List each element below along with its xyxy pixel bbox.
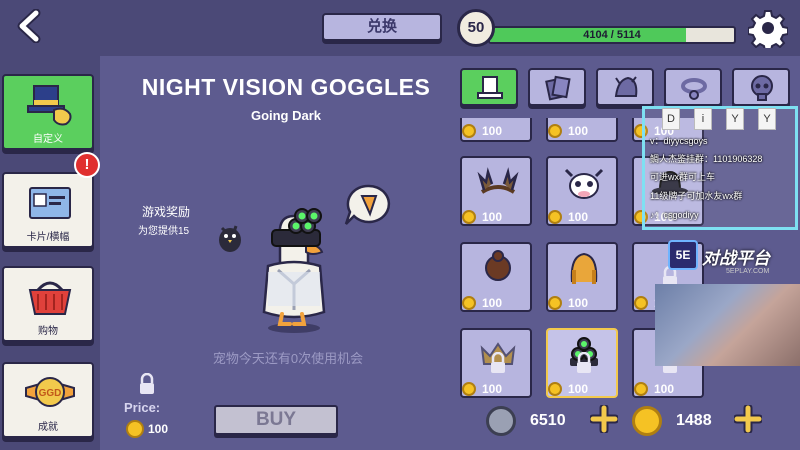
diy-letter: Y <box>758 108 776 130</box>
xp-progress-bar: 4104 / 5114 <box>488 26 736 44</box>
buy-button[interactable]: BUY <box>214 405 338 435</box>
sidebar-item-shop[interactable]: 购物 <box>2 266 94 342</box>
coin-icon <box>548 382 562 396</box>
price-label: Price: <box>124 400 161 415</box>
lock-icon <box>140 373 154 394</box>
slot-price-value: 100 <box>482 210 503 224</box>
coin-icon <box>462 124 476 138</box>
slot-price-value: 100 <box>568 382 589 396</box>
slot-price-value: 100 <box>482 124 503 138</box>
braided-hair-icon <box>570 252 598 284</box>
overlay-line: ♪：csgodiyy <box>650 210 699 220</box>
overlay-line: v：diyycsgoys <box>650 136 708 146</box>
add-silver-button[interactable] <box>590 405 618 433</box>
sidebar: 自定义 卡片/横幅 购物 GGD 成就 <box>0 56 100 450</box>
slot-price-value: 100 <box>568 124 589 138</box>
back-button[interactable] <box>14 8 48 44</box>
tab-cards[interactable] <box>528 68 586 106</box>
tab-skulls[interactable] <box>732 68 790 106</box>
sidebar-item-label: 成就 <box>38 422 58 433</box>
redeem-button[interactable]: 兑换 <box>322 13 442 41</box>
cow-hat-icon <box>564 168 604 199</box>
hat-glove-icon <box>27 85 72 126</box>
sidebar-item-achievements[interactable]: GGD 成就 <box>2 362 94 438</box>
ggd-badge-icon: GGD <box>25 377 75 407</box>
lock-icon <box>577 352 591 373</box>
alert-badge: ! <box>74 152 100 178</box>
sidebar-item-label: 自定义 <box>33 134 63 145</box>
svg-text:GGD: GGD <box>39 388 62 399</box>
coin-icon <box>634 296 648 310</box>
sidebar-item-cards[interactable]: 卡片/横幅 <box>2 172 94 248</box>
pet-crow-icon[interactable] <box>214 222 246 256</box>
tab-collars[interactable] <box>664 68 722 106</box>
sidebar-item-label: 购物 <box>38 326 58 337</box>
slot-price-value: 100 <box>482 382 503 396</box>
back-arrow-icon <box>17 8 41 44</box>
coin-icon <box>462 296 476 310</box>
top-hat-icon <box>477 76 503 99</box>
slot-price-value: 100 <box>568 296 589 310</box>
price-value: 100 <box>148 422 169 436</box>
overlay-line: 可进wx群可上车 <box>650 172 715 182</box>
gold-balance: 1488 <box>676 412 712 429</box>
diy-letter: i <box>694 108 712 130</box>
gold-coin-icon <box>632 406 662 436</box>
brand-name: 对战平台 <box>702 249 770 268</box>
gear-icon <box>747 10 789 52</box>
coin-icon <box>634 382 648 396</box>
skull-icon <box>751 75 773 101</box>
item-subtitle: Going Dark <box>250 108 322 123</box>
coin-icon <box>548 124 562 138</box>
coin-icon <box>462 210 476 224</box>
item-title: NIGHT VISION GOGGLES <box>141 74 431 100</box>
emote-bubble-icon[interactable] <box>344 184 392 228</box>
diy-letter: D <box>662 108 680 130</box>
overlay-line: 鲷人杰鉴挂群：1101906328 <box>650 154 763 164</box>
xp-text: 4104 / 5114 <box>583 29 641 41</box>
hair-bun-icon <box>485 250 511 281</box>
tab-creatures[interactable] <box>596 68 654 106</box>
level-badge: 50 <box>457 9 495 47</box>
collar-icon <box>681 78 707 100</box>
coin-icon <box>548 296 562 310</box>
silver-coin-icon <box>486 406 516 436</box>
sidebar-item-customize[interactable]: 自定义 <box>2 74 94 150</box>
cards-icon <box>545 75 571 101</box>
slot-price-value: 100 <box>654 382 675 396</box>
webcam-feed <box>655 284 800 366</box>
tab-hats[interactable] <box>460 68 518 106</box>
coin-icon <box>462 382 476 396</box>
silver-balance: 6510 <box>530 412 566 429</box>
brand-logo: 5E <box>668 240 698 270</box>
reward-label: 游戏奖励 <box>142 205 191 219</box>
basket-icon <box>28 281 72 315</box>
pet-usage-text: 宠物今天还有0次使用机会 <box>212 351 364 366</box>
settings-button[interactable] <box>747 8 789 52</box>
sidebar-item-label: 卡片/横幅 <box>26 232 70 243</box>
brand-url: 5EPLAY.COM <box>726 268 770 275</box>
coin-icon <box>548 210 562 224</box>
lock-icon <box>491 352 505 373</box>
reward-description: 为您提供15 <box>138 226 190 237</box>
goose-character[interactable] <box>244 196 344 336</box>
diy-letter: Y <box>726 108 744 130</box>
add-gold-button[interactable] <box>734 405 762 433</box>
overlay-line: 11级牌子可加水友wx群 <box>650 191 743 201</box>
slot-price-value: 100 <box>568 210 589 224</box>
antler-crown-icon <box>477 167 519 194</box>
card-icon <box>29 187 71 219</box>
creature-icon <box>614 76 638 97</box>
coin-icon <box>126 420 144 438</box>
slot-price-value: 100 <box>482 296 503 310</box>
